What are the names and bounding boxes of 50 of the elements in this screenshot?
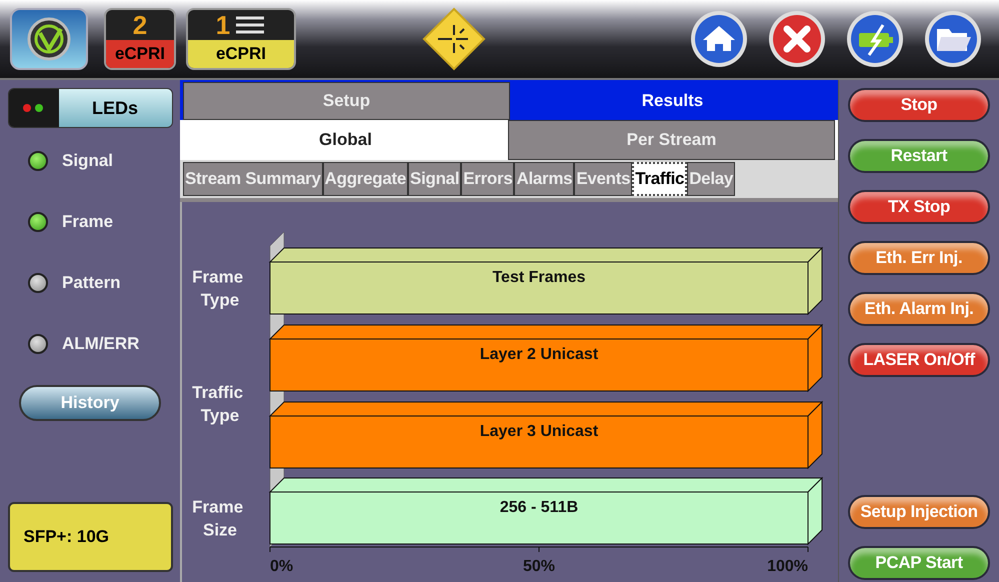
action-button[interactable]: LASER On/Off [848, 343, 990, 377]
axis-category-label: Frame Type [192, 268, 244, 310]
leds-icon [22, 103, 46, 113]
close-icon[interactable] [767, 9, 827, 69]
port-button[interactable]: 1 eCPRI [186, 8, 296, 70]
home-icon[interactable] [689, 9, 749, 69]
tab[interactable]: Per Stream [508, 120, 835, 160]
led-label: ALM/ERR [62, 333, 140, 356]
axis-tick-label: 100% [767, 558, 808, 575]
app-logo-button[interactable] [10, 8, 88, 70]
port-number: 1 [216, 12, 230, 38]
bar-label: Layer 2 Unicast [480, 346, 598, 363]
action-button[interactable]: TX Stop [848, 190, 990, 224]
tab[interactable]: Delay [687, 162, 736, 196]
port-label: eCPRI [216, 43, 266, 66]
bar-label: Test Frames [492, 269, 586, 286]
tab[interactable]: Signal [408, 162, 462, 196]
axis-category-label: Frame Size [192, 498, 244, 540]
led-label: Frame [62, 211, 114, 234]
leds-button[interactable]: LEDs [8, 88, 172, 128]
action-button[interactable]: Stop [848, 88, 990, 122]
bar-label: 256 - 511B [500, 499, 578, 516]
port-number: 2 [132, 12, 148, 38]
lines-icon [234, 15, 266, 35]
tab[interactable]: Setup [183, 82, 510, 120]
axis-tick-label: 0% [270, 558, 294, 575]
action-button[interactable]: Eth. Alarm Inj. [848, 292, 990, 326]
folder-icon[interactable] [923, 9, 983, 69]
port-button[interactable]: 2 eCPRI [104, 8, 176, 70]
tab[interactable]: Stream Summary [183, 162, 323, 196]
led-label: Pattern [62, 272, 121, 294]
tab[interactable]: Traffic [632, 162, 688, 196]
sfp-status: SFP+: 10G [8, 502, 172, 572]
bar-label: Layer 3 Unicast [480, 423, 598, 440]
axis-tick-label: 50% [522, 558, 556, 575]
action-button[interactable]: Setup Injection [848, 495, 990, 529]
action-button[interactable]: Eth. Err Inj. [848, 241, 990, 275]
tab[interactable]: Aggregate [322, 162, 408, 196]
tab[interactable]: Events [574, 162, 632, 196]
tab[interactable]: Errors [461, 162, 514, 196]
tab[interactable]: Alarms [514, 162, 574, 196]
battery-icon[interactable] [845, 9, 905, 69]
crosshair-icon[interactable] [422, 7, 486, 71]
action-button[interactable]: Restart [848, 139, 990, 173]
logo-icon [27, 17, 71, 61]
led-label: Signal [62, 150, 114, 172]
history-button[interactable]: History [19, 385, 161, 421]
port-label: eCPRI [114, 43, 166, 66]
axis-category-label: Traffic Type [192, 383, 244, 425]
action-button[interactable]: PCAP Start [848, 546, 990, 580]
